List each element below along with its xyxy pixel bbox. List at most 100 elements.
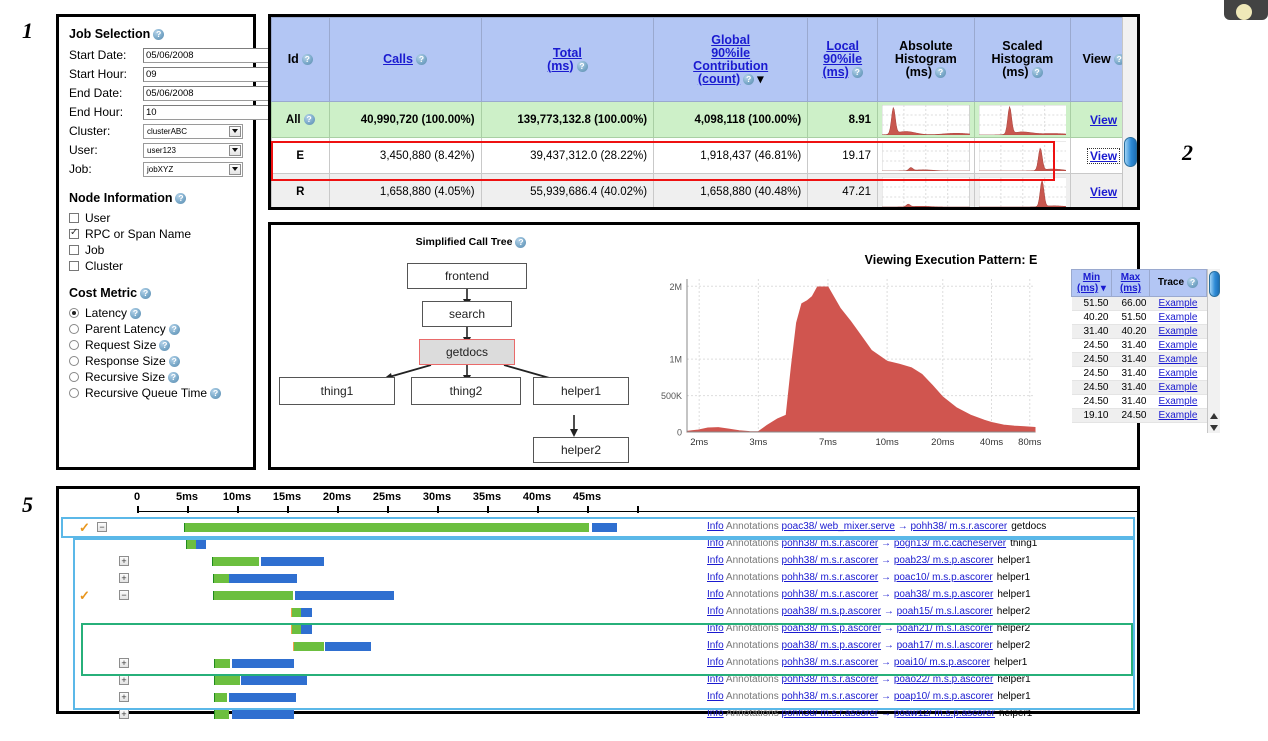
table-scrollbar-thumb[interactable] xyxy=(1124,137,1137,167)
column-sort-link[interactable]: Contribution xyxy=(693,59,768,73)
call-tree-node-frontend[interactable]: frontend xyxy=(407,263,527,289)
help-icon[interactable]: ? xyxy=(140,288,152,300)
help-icon[interactable]: ? xyxy=(130,307,142,319)
column-sort-link[interactable]: (ms) xyxy=(547,59,573,73)
radio-recursive-queue-time[interactable] xyxy=(69,388,79,398)
expand-icon[interactable]: + xyxy=(119,709,129,719)
trace-scrollbar-thumb[interactable] xyxy=(1209,271,1220,297)
column-sort-link[interactable]: 90%ile xyxy=(823,52,862,66)
scroll-down-arrow[interactable] xyxy=(1210,425,1218,431)
table-row[interactable]: 51.50 66.00 Example xyxy=(1071,296,1207,311)
column-sort-link[interactable]: 90%ile xyxy=(711,46,750,60)
column-sort-link[interactable]: Total xyxy=(553,46,582,60)
view-link[interactable]: View xyxy=(1090,113,1117,127)
column-header[interactable]: Scaled Histogram (ms)? xyxy=(973,17,1072,102)
checkbox-job[interactable] xyxy=(69,245,79,255)
checkbox-user[interactable] xyxy=(69,213,79,223)
checkbox-row[interactable]: User xyxy=(69,210,243,226)
span-bar-blue[interactable] xyxy=(232,710,294,719)
column-sort-link[interactable]: (ms) xyxy=(1120,283,1141,294)
column-header[interactable]: Max (ms) xyxy=(1111,269,1150,297)
table-scrollbar[interactable] xyxy=(1122,17,1137,207)
column-sort-link[interactable]: (ms) xyxy=(822,65,848,79)
select-job[interactable]: jobXYZ xyxy=(143,161,243,177)
column-sort-link[interactable]: Calls xyxy=(383,52,413,66)
example-trace-link[interactable]: Example xyxy=(1159,382,1198,393)
radio-response-size[interactable] xyxy=(69,356,79,366)
help-icon[interactable]: ? xyxy=(576,60,588,72)
help-icon[interactable]: ? xyxy=(168,371,180,383)
cell-trace[interactable]: Example xyxy=(1149,324,1207,339)
call-tree-node-getdocs[interactable]: getdocs xyxy=(419,339,515,365)
column-sort-link[interactable]: Min xyxy=(1083,272,1100,283)
column-sort-link[interactable]: Max xyxy=(1121,272,1140,283)
cell-trace[interactable]: Example xyxy=(1149,366,1207,381)
table-row[interactable]: 31.40 40.20 Example xyxy=(1071,324,1207,339)
cell-trace[interactable]: Example xyxy=(1149,394,1207,409)
table-row[interactable]: R 1,658,880 (4.05%) 55,939,686.4 (40.02%) 1… xyxy=(271,173,1137,207)
call-tree-node-search[interactable]: search xyxy=(422,301,512,327)
cell-trace[interactable]: Example xyxy=(1149,380,1207,395)
help-icon[interactable]: ? xyxy=(415,54,427,66)
cell-trace[interactable]: Example xyxy=(1149,310,1207,325)
column-header[interactable]: Total (ms)? xyxy=(480,17,655,102)
help-icon[interactable]: ? xyxy=(1187,277,1199,289)
input-startdate[interactable] xyxy=(143,47,281,63)
radio-row[interactable]: Request Size? xyxy=(69,337,243,353)
chevron-down-icon[interactable] xyxy=(229,125,241,137)
radio-parent-latency[interactable] xyxy=(69,324,79,334)
radio-row[interactable]: Parent Latency? xyxy=(69,321,243,337)
sort-desc-icon[interactable]: ▾ xyxy=(1098,283,1106,294)
column-header[interactable]: Absolute Histogram (ms)? xyxy=(877,17,975,102)
example-trace-link[interactable]: Example xyxy=(1159,326,1198,337)
help-icon[interactable]: ? xyxy=(153,29,165,41)
sort-desc-icon[interactable]: ▾ xyxy=(757,72,763,86)
cell-trace[interactable]: Example xyxy=(1149,338,1207,353)
radio-row[interactable]: Latency? xyxy=(69,305,243,321)
trace-scrollbar[interactable] xyxy=(1207,269,1220,433)
column-sort-link[interactable]: (ms) xyxy=(1077,283,1098,294)
cell-trace[interactable]: Example xyxy=(1149,352,1207,367)
help-icon[interactable]: ? xyxy=(168,355,180,367)
input-enddate[interactable] xyxy=(143,85,281,101)
cell-trace[interactable]: Example xyxy=(1149,296,1207,311)
radio-row[interactable]: Recursive Queue Time? xyxy=(69,385,243,401)
column-sort-link[interactable]: Global xyxy=(711,33,750,47)
column-header[interactable]: Local 90%ile (ms)? xyxy=(807,17,879,102)
call-tree-node-thing1[interactable]: thing1 xyxy=(279,377,395,405)
column-header[interactable]: Calls? xyxy=(328,17,482,102)
table-row[interactable]: 19.10 24.50 Example xyxy=(1071,408,1207,423)
input-endhour[interactable] xyxy=(143,104,281,120)
example-trace-link[interactable]: Example xyxy=(1159,298,1198,309)
input-starthour[interactable] xyxy=(143,66,281,82)
view-link[interactable]: View xyxy=(1090,185,1117,199)
help-icon[interactable]: ? xyxy=(175,193,187,205)
table-row[interactable]: 24.50 31.40 Example xyxy=(1071,394,1207,409)
call-tree-node-thing2[interactable]: thing2 xyxy=(411,377,521,405)
column-header[interactable]: Trace? xyxy=(1149,269,1207,297)
help-icon[interactable]: ? xyxy=(303,113,315,125)
radio-row[interactable]: Recursive Size? xyxy=(69,369,243,385)
checkbox-row[interactable]: Job xyxy=(69,242,243,258)
view-link[interactable]: View xyxy=(1090,149,1117,163)
help-icon[interactable]: ? xyxy=(159,339,171,351)
help-icon[interactable]: ? xyxy=(515,236,527,248)
checkbox-cluster[interactable] xyxy=(69,261,79,271)
table-row[interactable]: 24.50 31.40 Example xyxy=(1071,338,1207,353)
view-link-focused[interactable]: View xyxy=(1087,147,1121,164)
example-trace-link[interactable]: Example xyxy=(1159,312,1198,323)
column-header[interactable]: Global 90%ile Contribution (count)? ▾ xyxy=(653,17,809,102)
column-header[interactable]: Id? xyxy=(271,17,330,102)
chevron-down-icon[interactable] xyxy=(229,163,241,175)
cell-trace[interactable]: Example xyxy=(1149,408,1207,423)
help-icon[interactable]: ? xyxy=(301,54,313,66)
column-sort-link[interactable]: (count) xyxy=(698,72,740,86)
select-user[interactable]: user123 xyxy=(143,142,243,158)
example-trace-link[interactable]: Example xyxy=(1159,396,1198,407)
span-bar-green[interactable] xyxy=(215,710,229,719)
table-row[interactable]: All? 40,990,720 (100.00%) 139,773,132.8 (1… xyxy=(271,101,1137,138)
help-icon[interactable]: ? xyxy=(210,387,222,399)
help-icon[interactable]: ? xyxy=(168,323,180,335)
checkbox-row[interactable]: RPC or Span Name xyxy=(69,226,243,242)
help-icon[interactable]: ? xyxy=(935,67,947,79)
